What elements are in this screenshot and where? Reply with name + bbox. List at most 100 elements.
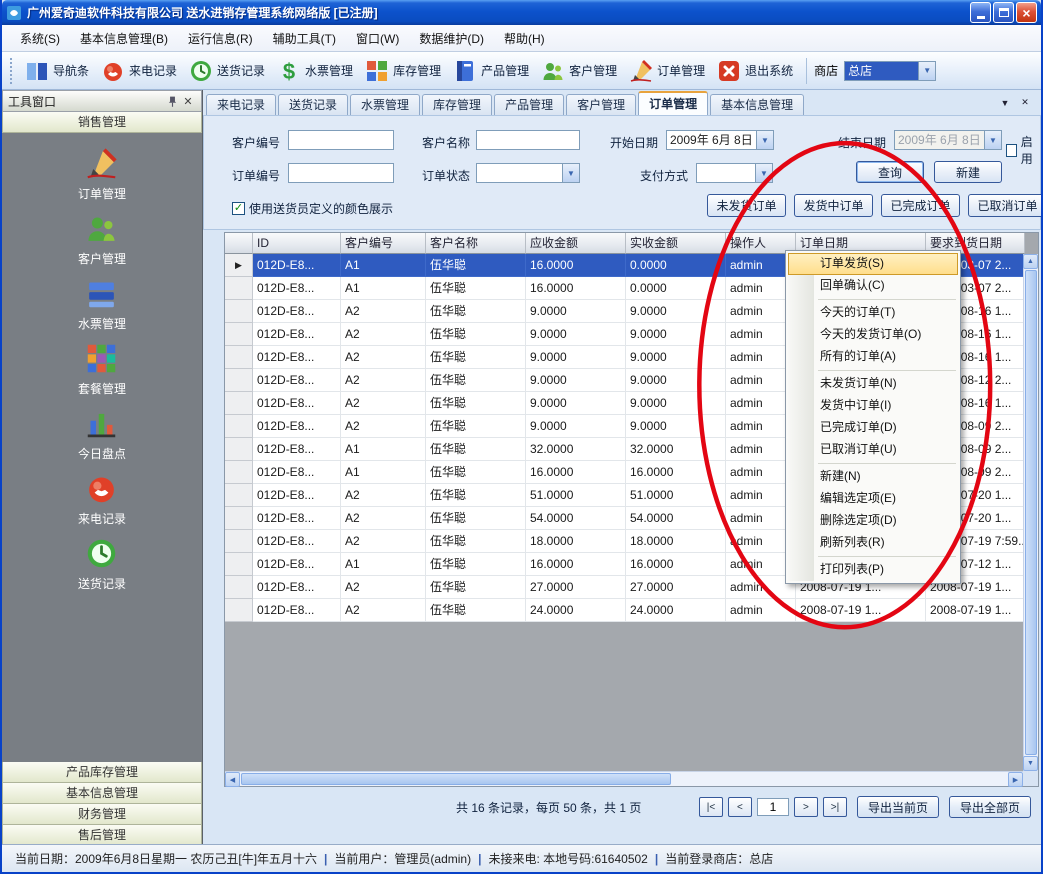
sidebar-item-customer[interactable]: 客户管理 [78, 212, 126, 267]
row-selector[interactable] [225, 461, 253, 484]
title-bar[interactable]: 广州爱奇迪软件科技有限公司 送水进销存管理系统网络版 [已注册] × [2, 0, 1041, 25]
chevron-down-icon[interactable]: ▼ [562, 164, 579, 182]
row-selector[interactable] [225, 277, 253, 300]
tab-close-button[interactable]: ✕ [1017, 95, 1033, 110]
toolbar-button-incoming-call[interactable]: 来电记录 [95, 56, 183, 86]
start-date-picker[interactable]: 2009年 6月 8日 ▼ [666, 130, 774, 150]
vertical-scrollbar[interactable]: ▲ ▼ [1023, 254, 1038, 771]
menu-item-aux-tools[interactable]: 辅助工具(T) [263, 25, 346, 52]
toolbar-button-inventory[interactable]: 库存管理 [359, 56, 447, 86]
sidebar-item-incoming-call[interactable]: 来电记录 [78, 472, 126, 527]
vertical-scroll-thumb[interactable] [1025, 270, 1037, 755]
context-menu-item-new[interactable]: 新建(N) [788, 466, 958, 488]
customer-name-input[interactable] [476, 130, 580, 150]
column-header-id[interactable]: ID [253, 233, 341, 254]
end-date-picker[interactable]: 2009年 6月 8日 ▼ [894, 130, 1002, 150]
sidebar-group-after-sales[interactable]: 售后管理 [2, 825, 202, 846]
context-menu-item-refresh-list[interactable]: 刷新列表(R) [788, 532, 958, 554]
toolbar-grip[interactable] [10, 58, 14, 84]
row-selector[interactable] [225, 300, 253, 323]
shipping-orders-button[interactable]: 发货中订单 [794, 194, 873, 217]
tab-inventory[interactable]: 库存管理 [422, 94, 492, 115]
menu-item-help[interactable]: 帮助(H) [494, 25, 555, 52]
row-selector[interactable] [225, 507, 253, 530]
table-row[interactable]: 012D-E8...A2伍华聪24.000024.0000admin2008-0… [225, 599, 1023, 622]
tab-product[interactable]: 产品管理 [494, 94, 564, 115]
toolbar-button-product[interactable]: 产品管理 [447, 56, 535, 86]
use-courier-color-checkbox[interactable]: 使用送货员定义的颜色展示 [232, 200, 393, 217]
scroll-down-button[interactable]: ▼ [1023, 756, 1038, 771]
context-menu-item-confirm-receipt[interactable]: 回单确认(C) [788, 275, 958, 297]
first-page-button[interactable]: |< [699, 797, 723, 817]
row-selector[interactable] [225, 484, 253, 507]
maximize-button[interactable] [993, 2, 1014, 23]
sidebar-group-sales[interactable]: 销售管理 [2, 112, 202, 133]
chevron-down-icon[interactable]: ▼ [984, 131, 1001, 149]
row-selector[interactable]: ▶ [225, 254, 253, 277]
row-selector[interactable] [225, 599, 253, 622]
row-selector[interactable] [225, 323, 253, 346]
column-header-received[interactable]: 实收金额 [626, 233, 726, 254]
chevron-down-icon[interactable]: ▼ [755, 164, 772, 182]
toolbar-button-customer[interactable]: 客户管理 [535, 56, 623, 86]
new-button[interactable]: 新建 [934, 161, 1002, 183]
column-header-customer-name[interactable]: 客户名称 [426, 233, 526, 254]
menu-item-system[interactable]: 系统(S) [10, 25, 70, 52]
context-menu-item-cancelled-orders[interactable]: 已取消订单(U) [788, 439, 958, 461]
sidebar-item-daily-check[interactable]: 今日盘点 [78, 407, 126, 462]
page-number-input[interactable] [757, 798, 789, 816]
context-menu-item-unshipped-orders[interactable]: 未发货订单(N) [788, 373, 958, 395]
toolbar-button-exit[interactable]: 退出系统 [711, 56, 799, 86]
query-button[interactable]: 查询 [856, 161, 924, 183]
tab-customer[interactable]: 客户管理 [566, 94, 636, 115]
toolbar-button-order[interactable]: 订单管理 [623, 56, 711, 86]
row-selector[interactable] [225, 553, 253, 576]
enable-checkbox[interactable]: 启用 [1006, 133, 1040, 167]
context-menu-item-print-list[interactable]: 打印列表(P) [788, 559, 958, 581]
row-selector[interactable] [225, 369, 253, 392]
scroll-right-button[interactable]: ▶ [1008, 772, 1023, 787]
close-button[interactable]: × [1016, 2, 1037, 23]
last-page-button[interactable]: >| [823, 797, 847, 817]
tab-incoming-call[interactable]: 来电记录 [206, 94, 276, 115]
chevron-down-icon[interactable]: ▼ [918, 62, 935, 80]
tab-order[interactable]: 订单管理 [638, 91, 708, 115]
next-page-button[interactable]: > [794, 797, 818, 817]
row-selector[interactable] [225, 392, 253, 415]
cancelled-orders-button[interactable]: 已取消订单 [968, 194, 1043, 217]
chevron-down-icon[interactable]: ▼ [756, 131, 773, 149]
completed-orders-button[interactable]: 已完成订单 [881, 194, 960, 217]
scroll-left-button[interactable]: ◀ [225, 772, 240, 787]
sidebar-group-finance[interactable]: 财务管理 [2, 804, 202, 825]
close-icon[interactable]: ✕ [180, 93, 196, 109]
row-selector[interactable] [225, 530, 253, 553]
store-select[interactable]: 总店 ▼ [844, 61, 936, 81]
toolbar-button-water-ticket[interactable]: $水票管理 [271, 56, 359, 86]
horizontal-scroll-thumb[interactable] [241, 773, 671, 785]
pin-icon[interactable] [164, 93, 180, 109]
sidebar-group-product-inventory[interactable]: 产品库存管理 [2, 762, 202, 783]
sidebar-item-combo-meal[interactable]: 套餐管理 [78, 342, 126, 397]
row-selector[interactable] [225, 438, 253, 461]
customer-no-input[interactable] [288, 130, 394, 150]
minimize-button[interactable] [970, 2, 991, 23]
sidebar-item-order[interactable]: 订单管理 [78, 147, 126, 202]
context-menu-item-edit-selected[interactable]: 编辑选定项(E) [788, 488, 958, 510]
toolbar-button-navigator[interactable]: 导航条 [19, 56, 95, 86]
row-selector[interactable] [225, 415, 253, 438]
row-selector[interactable] [225, 346, 253, 369]
context-menu-item-delete-selected[interactable]: 删除选定项(D) [788, 510, 958, 532]
sidebar-item-delivery-record[interactable]: 送货记录 [78, 537, 126, 592]
tab-water-ticket[interactable]: 水票管理 [350, 94, 420, 115]
tab-delivery-record[interactable]: 送货记录 [278, 94, 348, 115]
scroll-up-button[interactable]: ▲ [1023, 254, 1038, 269]
menu-item-basic-info[interactable]: 基本信息管理(B) [70, 25, 178, 52]
tab-list-dropdown-button[interactable]: ▼ [997, 95, 1013, 110]
context-menu-item-all-orders[interactable]: 所有的订单(A) [788, 346, 958, 368]
context-menu-item-completed-orders[interactable]: 已完成订单(D) [788, 417, 958, 439]
context-menu-item-today-orders[interactable]: 今天的订单(T) [788, 302, 958, 324]
row-selector[interactable] [225, 576, 253, 599]
horizontal-scrollbar[interactable]: ◀ ▶ [225, 771, 1023, 786]
toolbar-button-delivery-record[interactable]: 送货记录 [183, 56, 271, 86]
sidebar-item-water-ticket[interactable]: 水票管理 [78, 277, 126, 332]
